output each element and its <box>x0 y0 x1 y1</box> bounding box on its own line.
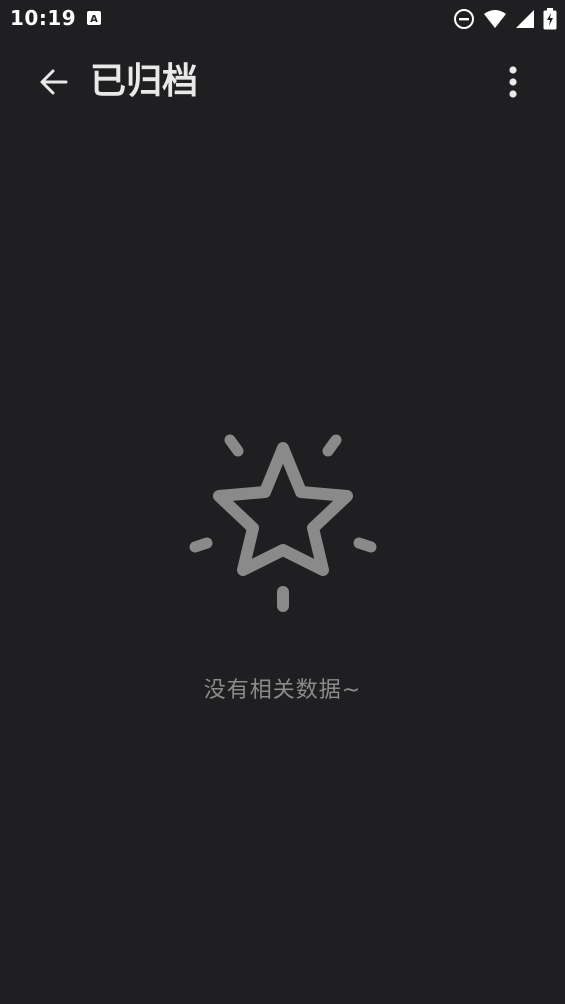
more-vertical-icon <box>509 66 517 98</box>
empty-state: 没有相关数据~ <box>0 420 565 704</box>
page-title: 已归档 <box>90 61 199 102</box>
status-time: 10:19 <box>10 6 77 30</box>
toolbar: 已归档 <box>0 38 565 126</box>
signal-icon <box>516 10 534 28</box>
wifi-icon <box>484 10 506 28</box>
star-sparkle-icon <box>189 434 376 612</box>
battery-icon <box>543 8 557 30</box>
more-options-button[interactable] <box>495 56 531 108</box>
status-icons <box>453 6 557 32</box>
empty-message: 没有相关数据~ <box>203 678 362 703</box>
arrow-left-icon <box>40 69 68 95</box>
app-icon-letter: A <box>90 14 98 25</box>
status-bar: 10:19 A <box>0 0 565 38</box>
dnd-icon <box>454 9 474 29</box>
back-button[interactable] <box>28 56 80 108</box>
app-notification-icon: A <box>87 11 101 25</box>
